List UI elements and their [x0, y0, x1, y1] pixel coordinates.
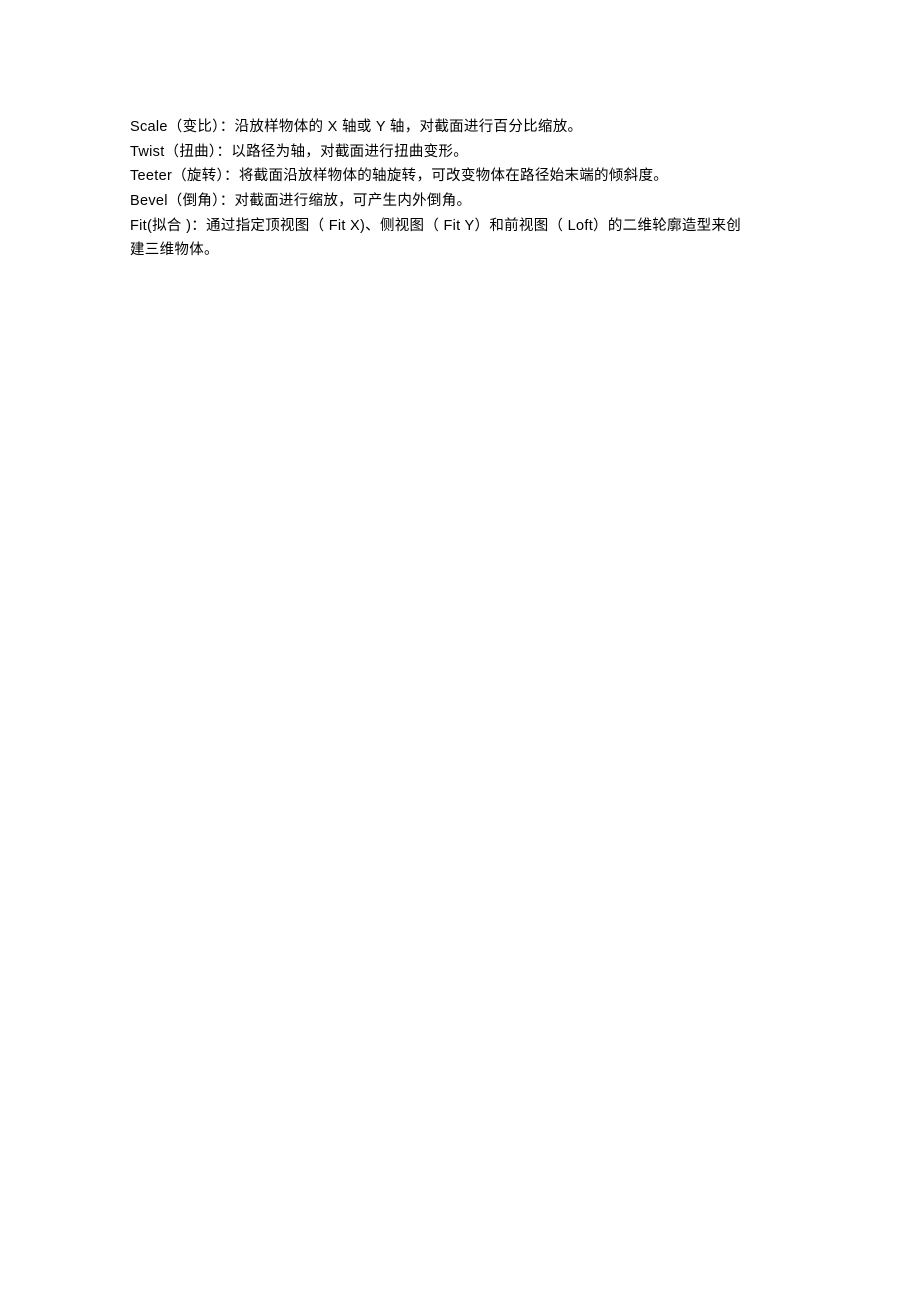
text-line: Twist（扭曲）：以路径为轴，对截面进行扭曲变形。	[130, 140, 790, 165]
text-line: 建三维物体。	[130, 238, 790, 263]
text-line: Bevel（倒角）：对截面进行缩放，可产生内外倒角。	[130, 189, 790, 214]
text-line: Teeter（旋转）：将截面沿放样物体的轴旋转，可改变物体在路径始末端的倾斜度。	[130, 164, 790, 189]
text-line: Fit(拟合 )：通过指定顶视图（ Fit X)、侧视图（ Fit Y）和前视图…	[130, 214, 790, 239]
document-body: Scale（变比）：沿放样物体的 X 轴或 Y 轴，对截面进行百分比缩放。 Tw…	[0, 0, 920, 263]
text-line: Scale（变比）：沿放样物体的 X 轴或 Y 轴，对截面进行百分比缩放。	[130, 115, 790, 140]
